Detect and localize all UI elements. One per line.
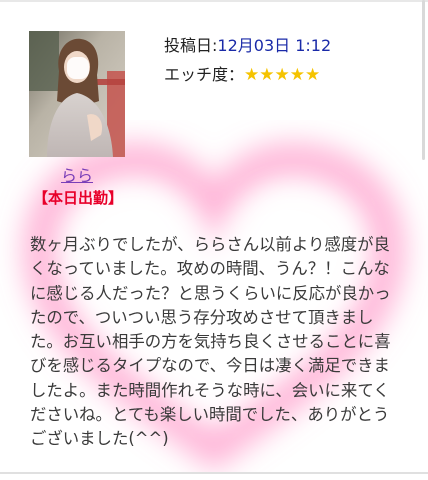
review-text: 数ヶ月ぶりでしたが、ららさん以前より感度が良くなっていました。攻めの時間、うん？…	[30, 235, 391, 449]
post-date-value: 12月03日 1:12	[217, 36, 332, 55]
rating-label: エッチ度：	[164, 65, 245, 84]
girl-photo[interactable]	[29, 31, 125, 157]
rating-row: エッチ度：★★★★★	[164, 61, 320, 85]
post-date: 投稿日:12月03日 1:12	[164, 32, 331, 56]
work-status-badge: 【本日出勤】	[32, 189, 123, 207]
post-date-label: 投稿日:	[164, 36, 218, 55]
scrollbar[interactable]	[422, 0, 425, 160]
top-divider	[0, 0, 428, 2]
girl-name-link[interactable]: らら	[29, 162, 125, 186]
bottom-divider	[0, 472, 428, 474]
rating-stars-icon: ★★★★★	[244, 65, 321, 85]
